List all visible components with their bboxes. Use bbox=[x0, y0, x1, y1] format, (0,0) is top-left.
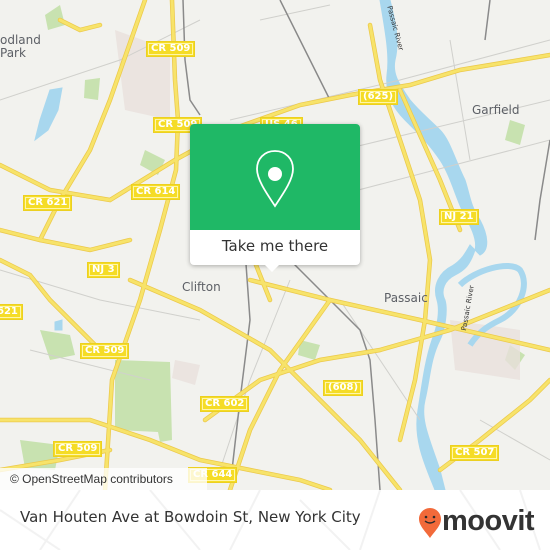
road-shield-625: (625) bbox=[358, 89, 399, 105]
railway bbox=[534, 139, 550, 241]
road-shield-cr507: CR 507 bbox=[450, 445, 500, 461]
park bbox=[505, 120, 525, 145]
urban-area bbox=[172, 360, 200, 385]
osm-attribution[interactable]: © OpenStreetMap contributors bbox=[0, 468, 207, 490]
footer: Van Houten Ave at Bowdoin St, New York C… bbox=[0, 490, 550, 550]
road-shield-608: (608) bbox=[323, 380, 364, 396]
railway bbox=[484, 0, 491, 41]
popup-header[interactable] bbox=[190, 124, 360, 230]
road-shield-cr621: CR 621 bbox=[23, 195, 73, 211]
road-shield-nj3: NJ 3 bbox=[87, 262, 120, 278]
park bbox=[45, 5, 65, 30]
take-me-there-button[interactable]: Take me there bbox=[190, 230, 360, 265]
road-shield-621: 621 bbox=[0, 304, 23, 320]
pond bbox=[54, 319, 63, 331]
popup-pointer bbox=[263, 263, 281, 272]
road-shield-cr509: CR 509 bbox=[146, 41, 196, 57]
road bbox=[259, 4, 331, 21]
road-shield-nj21: NJ 21 bbox=[439, 209, 479, 225]
moovit-pin-icon bbox=[419, 508, 441, 538]
take-me-there-popup[interactable]: Take me there bbox=[190, 124, 360, 272]
road-shield-cr509: CR 509 bbox=[53, 441, 103, 457]
road-shield-cr614: CR 614 bbox=[131, 184, 181, 200]
moovit-wordmark: moovit bbox=[442, 505, 535, 537]
place-label-garfield: Garfield bbox=[472, 103, 520, 117]
lake bbox=[34, 87, 63, 142]
place-label-passaic: Passaic bbox=[384, 291, 428, 305]
place-label-clifton: Clifton bbox=[182, 280, 221, 294]
park bbox=[84, 78, 100, 100]
stop-title: Van Houten Ave at Bowdoin St, New York C… bbox=[20, 508, 361, 526]
road-shield-cr602: CR 602 bbox=[200, 396, 250, 412]
road-shield-cr509: CR 509 bbox=[80, 343, 130, 359]
map-pin-icon bbox=[256, 150, 294, 208]
road bbox=[449, 39, 471, 161]
railway bbox=[279, 0, 331, 101]
park bbox=[40, 330, 75, 360]
road bbox=[0, 227, 133, 253]
map[interactable]: odland Park Clifton Passaic Garfield Pas… bbox=[0, 0, 550, 490]
place-label-woodland-park: odland Park bbox=[0, 33, 41, 60]
railway bbox=[182, 0, 201, 116]
